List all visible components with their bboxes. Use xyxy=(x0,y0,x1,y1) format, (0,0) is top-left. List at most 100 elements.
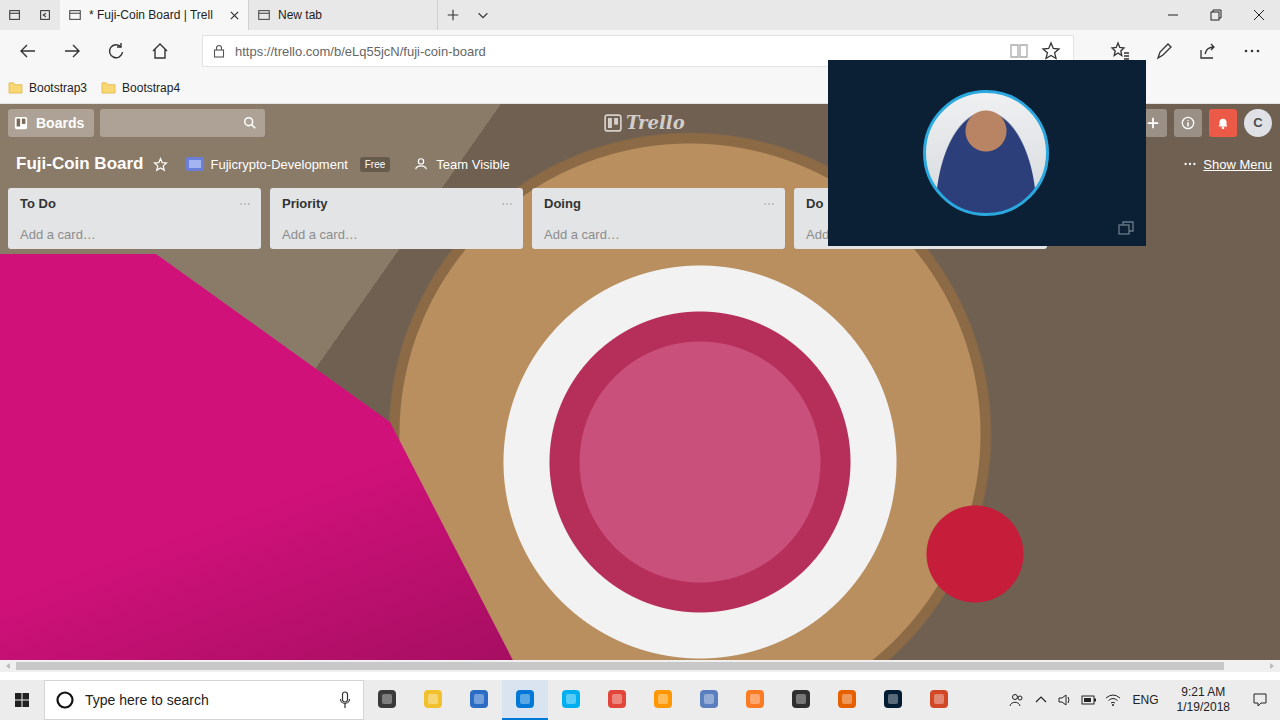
info-button[interactable] xyxy=(1174,109,1202,137)
info-icon xyxy=(1181,116,1195,130)
list-menu-icon[interactable] xyxy=(763,198,775,210)
horizontal-scrollbar[interactable] xyxy=(0,660,1280,672)
taskbar-app[interactable] xyxy=(456,680,502,720)
clock[interactable]: 9:21 AM1/19/2018 xyxy=(1171,685,1236,715)
search-field[interactable] xyxy=(100,109,265,137)
taskbar-app[interactable] xyxy=(916,680,962,720)
home-icon[interactable] xyxy=(140,41,180,61)
visibility-button[interactable]: Team Visible xyxy=(414,157,509,172)
show-menu-button[interactable]: Show Menu xyxy=(1183,157,1272,172)
taskbar-app[interactable] xyxy=(870,680,916,720)
taskbar-app[interactable] xyxy=(502,680,548,720)
taskbar-app[interactable] xyxy=(824,680,870,720)
taskbar-search[interactable]: Type here to search xyxy=(44,680,364,720)
taskbar-app[interactable] xyxy=(778,680,824,720)
wifi-icon[interactable] xyxy=(1105,692,1121,708)
trello-logo[interactable]: Trello xyxy=(604,112,685,133)
scroll-right-icon[interactable] xyxy=(1268,662,1276,670)
show-hidden-icons-icon[interactable] xyxy=(1033,692,1049,708)
reading-view-icon[interactable] xyxy=(1003,41,1035,61)
list-menu-icon[interactable] xyxy=(501,198,513,210)
screen: * Fuji-Coin Board | TrellNew tabhttps://… xyxy=(0,0,1280,720)
set-aside-tabs-icon[interactable] xyxy=(30,8,60,22)
taskbar-app[interactable] xyxy=(410,680,456,720)
app-icon xyxy=(376,688,398,710)
plan-badge: Free xyxy=(360,157,391,172)
folder-icon xyxy=(101,81,116,94)
boards-button[interactable]: Boards xyxy=(8,109,94,137)
team-logo-icon xyxy=(186,157,204,171)
app-icon xyxy=(836,688,858,710)
browser-tab[interactable]: * Fuji-Coin Board | Trell xyxy=(60,0,249,30)
page-icon xyxy=(68,8,82,22)
star-icon[interactable] xyxy=(153,157,168,172)
add-card-button[interactable]: Add a card… xyxy=(544,227,775,242)
webcam-overlay[interactable] xyxy=(828,60,1146,246)
popout-icon[interactable] xyxy=(1118,220,1134,236)
favorite-folder[interactable]: Bootstrap4 xyxy=(101,81,180,95)
clock-time: 9:21 AM xyxy=(1181,685,1225,700)
webcam-photo xyxy=(923,90,1049,216)
list-title[interactable]: Doing xyxy=(544,196,581,211)
web-note-icon[interactable] xyxy=(1144,41,1184,61)
board-list[interactable]: To Do Add a card… xyxy=(8,188,261,249)
close-button[interactable] xyxy=(1237,0,1280,30)
people-icon[interactable] xyxy=(1009,692,1025,708)
plus-icon xyxy=(1146,116,1160,130)
add-card-button[interactable]: Add a card… xyxy=(282,227,513,242)
share-icon[interactable] xyxy=(1188,41,1228,61)
taskbar-app[interactable] xyxy=(732,680,778,720)
input-language[interactable]: ENG xyxy=(1129,693,1163,707)
list-title[interactable]: Priority xyxy=(282,196,328,211)
restore-button[interactable] xyxy=(1194,0,1237,30)
team-visibility-icon xyxy=(414,157,428,171)
app-icon xyxy=(652,688,674,710)
team-name: Fujicrypto-Development xyxy=(210,157,347,172)
favorites-hub-icon[interactable] xyxy=(1100,41,1140,61)
microphone-icon[interactable] xyxy=(339,691,351,709)
favorite-star-icon[interactable] xyxy=(1035,41,1067,61)
bell-icon xyxy=(1216,116,1230,130)
member-avatar[interactable]: C xyxy=(1244,109,1272,137)
team-button[interactable]: Fujicrypto-Development Free xyxy=(186,157,390,172)
tab-manager-icon[interactable] xyxy=(0,8,30,22)
taskbar-app[interactable] xyxy=(364,680,410,720)
taskbar-app[interactable] xyxy=(594,680,640,720)
list-title[interactable]: To Do xyxy=(20,196,56,211)
minimize-button[interactable] xyxy=(1151,0,1194,30)
app-icon xyxy=(514,688,536,710)
taskbar-app[interactable] xyxy=(548,680,594,720)
scroll-left-icon[interactable] xyxy=(4,662,12,670)
taskbar-app[interactable] xyxy=(640,680,686,720)
tab-title: New tab xyxy=(278,8,429,22)
app-icon xyxy=(468,688,490,710)
list-title[interactable]: Do xyxy=(806,196,823,211)
tab-preview-chevron-icon[interactable] xyxy=(468,8,498,22)
favorite-folder[interactable]: Bootstrap3 xyxy=(8,81,87,95)
minimize-icon xyxy=(1167,9,1179,21)
menu-dots-icon xyxy=(1183,157,1197,171)
forward-icon[interactable] xyxy=(52,41,92,61)
board-list[interactable]: Doing Add a card… xyxy=(532,188,785,249)
battery-icon[interactable] xyxy=(1081,692,1097,708)
refresh-icon[interactable] xyxy=(96,41,136,61)
add-card-button[interactable]: Add a card… xyxy=(20,227,251,242)
new-tab-icon[interactable] xyxy=(438,8,468,22)
boards-icon xyxy=(14,116,28,130)
page-icon xyxy=(257,8,271,22)
notifications-button[interactable] xyxy=(1209,109,1237,137)
taskbar-app[interactable] xyxy=(686,680,732,720)
volume-icon[interactable] xyxy=(1057,692,1073,708)
browser-tab[interactable]: New tab xyxy=(249,0,438,30)
board-title[interactable]: Fuji-Coin Board xyxy=(16,154,143,174)
close-tab-icon[interactable] xyxy=(229,10,240,21)
more-icon[interactable] xyxy=(1232,41,1272,61)
board-list[interactable]: Priority Add a card… xyxy=(270,188,523,249)
start-button[interactable] xyxy=(0,680,44,720)
folder-icon xyxy=(8,81,23,94)
visibility-label: Team Visible xyxy=(436,157,509,172)
back-icon[interactable] xyxy=(8,41,48,61)
list-menu-icon[interactable] xyxy=(239,198,251,210)
scrollbar-thumb[interactable] xyxy=(16,662,1224,670)
action-center-icon[interactable] xyxy=(1252,692,1268,708)
